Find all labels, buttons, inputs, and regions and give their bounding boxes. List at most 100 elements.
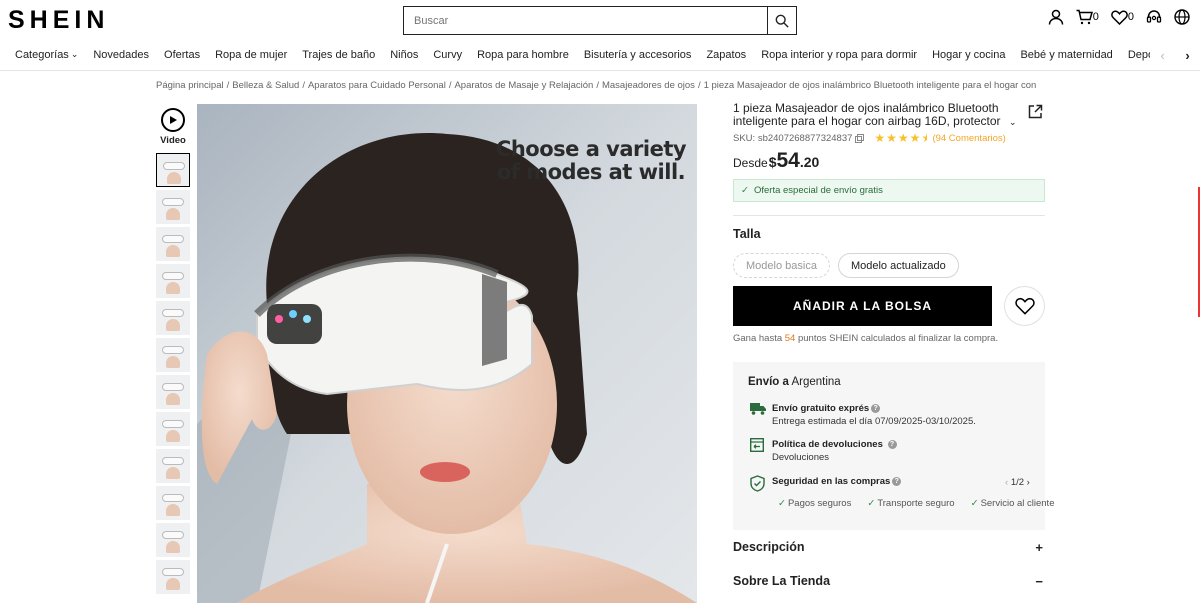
sku-value: sb2407268877324837 [757, 132, 853, 144]
breadcrumb-item[interactable]: Aparatos de Masaje y Relajación [454, 80, 593, 91]
nav-prev-icon[interactable]: ‹ [1160, 48, 1164, 63]
heart-icon [1014, 297, 1035, 315]
nav-item[interactable]: Curvy [433, 49, 462, 61]
sku-label: SKU: [733, 132, 756, 144]
thumbnail[interactable] [156, 153, 190, 187]
share-button[interactable] [1028, 104, 1043, 124]
thumbnail[interactable] [156, 560, 190, 594]
pager-text: 1/2 [1010, 477, 1025, 488]
price-currency: $ [768, 154, 777, 170]
help-icon[interactable]: ? [871, 403, 881, 413]
heart-icon [1111, 10, 1128, 25]
breadcrumb-separator: / [302, 80, 305, 91]
help-icon[interactable]: ? [892, 476, 902, 486]
globe-icon [1174, 9, 1190, 25]
main-product-image[interactable]: Choose a variety of modes at will. [197, 104, 697, 603]
description-accordion[interactable]: Descripción + [733, 540, 1045, 560]
express-estimate: Entrega estimada el día 07/09/2025-03/10… [772, 416, 976, 427]
nav-item[interactable]: Bebé y maternidad [1020, 49, 1112, 61]
thumbnail[interactable] [156, 375, 190, 409]
nav-item[interactable]: Trajes de baño [302, 49, 375, 61]
search-bar [403, 6, 797, 35]
pager-prev-icon[interactable]: ‹ [1005, 477, 1008, 488]
nav-item[interactable]: Ropa de mujer [215, 49, 287, 61]
search-button[interactable] [767, 7, 796, 34]
product-title: 1 pieza Masajeador de ojos inalámbrico B… [733, 102, 1001, 128]
wishlist-count: 0 [1127, 11, 1134, 23]
size-options: Modelo basica Modelo actualizado [733, 253, 967, 278]
nav-item[interactable]: Ofertas [164, 49, 200, 61]
nav-item[interactable]: Zapatos [706, 49, 746, 61]
cart-count: 0 [1092, 11, 1099, 23]
search-input[interactable] [404, 7, 767, 34]
review-count[interactable]: (94 Comentarios) [932, 133, 1005, 144]
thumbnail[interactable] [156, 190, 190, 224]
size-option-upgraded[interactable]: Modelo actualizado [837, 253, 959, 278]
pager-next-icon[interactable]: › [1027, 477, 1030, 488]
nav-item[interactable]: Hogar y cocina [932, 49, 1005, 61]
rating-stars[interactable]: ★★★★★ [874, 131, 927, 145]
shein-logo[interactable]: SHEIN [8, 6, 109, 35]
thumbnail[interactable] [156, 523, 190, 557]
nav-arrows: ‹ › [1150, 40, 1200, 70]
nav-item[interactable]: Bisutería y accesorios [584, 49, 692, 61]
support-button[interactable] [1146, 9, 1162, 25]
breadcrumb-separator: / [226, 80, 230, 91]
account-button[interactable] [1048, 9, 1064, 25]
store-title: Sobre La Tienda [733, 574, 831, 588]
breadcrumb-item[interactable]: Masajeadores de ojos [602, 80, 695, 91]
nav-items: Categorías ⌄ Novedades Ofertas Ropa de mujer… [15, 49, 1200, 61]
security-pager: ‹ 1/2 › [1005, 477, 1030, 488]
breadcrumb-item[interactable]: Página principal [156, 80, 224, 91]
points-post: puntos SHEIN calculados al finalizar la … [797, 333, 999, 344]
user-icon [1048, 9, 1063, 25]
wishlist-button[interactable]: 0 [1111, 10, 1134, 25]
header: SHEIN 0 0 [0, 0, 1200, 40]
expand-title-chevron-icon[interactable]: ⌄ [1009, 117, 1017, 128]
ship-to-country: Argentina [791, 376, 841, 388]
thumbnail[interactable] [156, 449, 190, 483]
breadcrumb-item[interactable]: Aparatos para Cuidado Personal [308, 80, 446, 91]
nav-categories[interactable]: Categorías [15, 49, 69, 61]
play-icon [161, 108, 185, 132]
free-shipping-banner: ✓ Oferta especial de envío gratis [733, 179, 1045, 202]
store-accordion[interactable]: Sobre La Tienda − [733, 574, 1045, 594]
thumbnail[interactable] [156, 338, 190, 372]
thumbnail-gallery: Video [156, 104, 190, 594]
nav-next-icon[interactable]: › [1185, 48, 1189, 63]
chevron-down-icon: ⌄ [70, 49, 79, 59]
thumbnail[interactable] [156, 486, 190, 520]
points-value: 54 [784, 333, 796, 344]
breadcrumb-item[interactable]: 1 pieza Masajeador de ojos inalámbrico B… [704, 80, 1036, 91]
nav-item[interactable]: Niños [390, 49, 418, 61]
shield-icon [750, 475, 765, 492]
security-item: ✓ Servicio al cliente [970, 498, 1055, 509]
language-button[interactable] [1174, 9, 1190, 25]
breadcrumb-item[interactable]: Belleza & Salud [232, 80, 299, 91]
nav-item[interactable]: Ropa para hombre [477, 49, 569, 61]
shipping-box: Envío a Argentina Envío gratuito exprés?… [733, 362, 1054, 530]
thumbnail[interactable] [156, 264, 190, 298]
breadcrumb-separator: / [448, 80, 452, 91]
thumbnail[interactable] [156, 227, 190, 261]
returns-title: Política de devoluciones [772, 439, 883, 450]
returns-sub: Devoluciones [772, 452, 830, 463]
ship-to[interactable]: Envío a Argentina [748, 376, 841, 388]
cart-button[interactable]: 0 [1076, 9, 1099, 25]
help-icon[interactable]: ? [887, 439, 897, 449]
video-button[interactable]: Video [156, 104, 190, 150]
add-to-bag-button[interactable]: AÑADIR A LA BOLSA [733, 286, 992, 326]
promo-text: Choose a variety of modes at will. [495, 137, 687, 184]
sku-row: SKU: sb2407268877324837 ★★★★★ (94 Coment… [733, 131, 1045, 145]
price-decimal: .20 [799, 154, 820, 170]
size-option-basic[interactable]: Modelo basica [733, 253, 830, 278]
thumbnail[interactable] [156, 301, 190, 335]
nav-item[interactable]: Novedades [93, 49, 149, 61]
expand-plus-icon: + [1035, 540, 1043, 555]
thumbnail[interactable] [156, 412, 190, 446]
nav-item[interactable]: Ropa interior y ropa para dormir [761, 49, 917, 61]
copy-icon[interactable] [855, 133, 865, 143]
wishlist-add-button[interactable] [1004, 286, 1045, 326]
thumbnail-list [156, 153, 190, 594]
breadcrumb-separator: / [697, 80, 701, 91]
